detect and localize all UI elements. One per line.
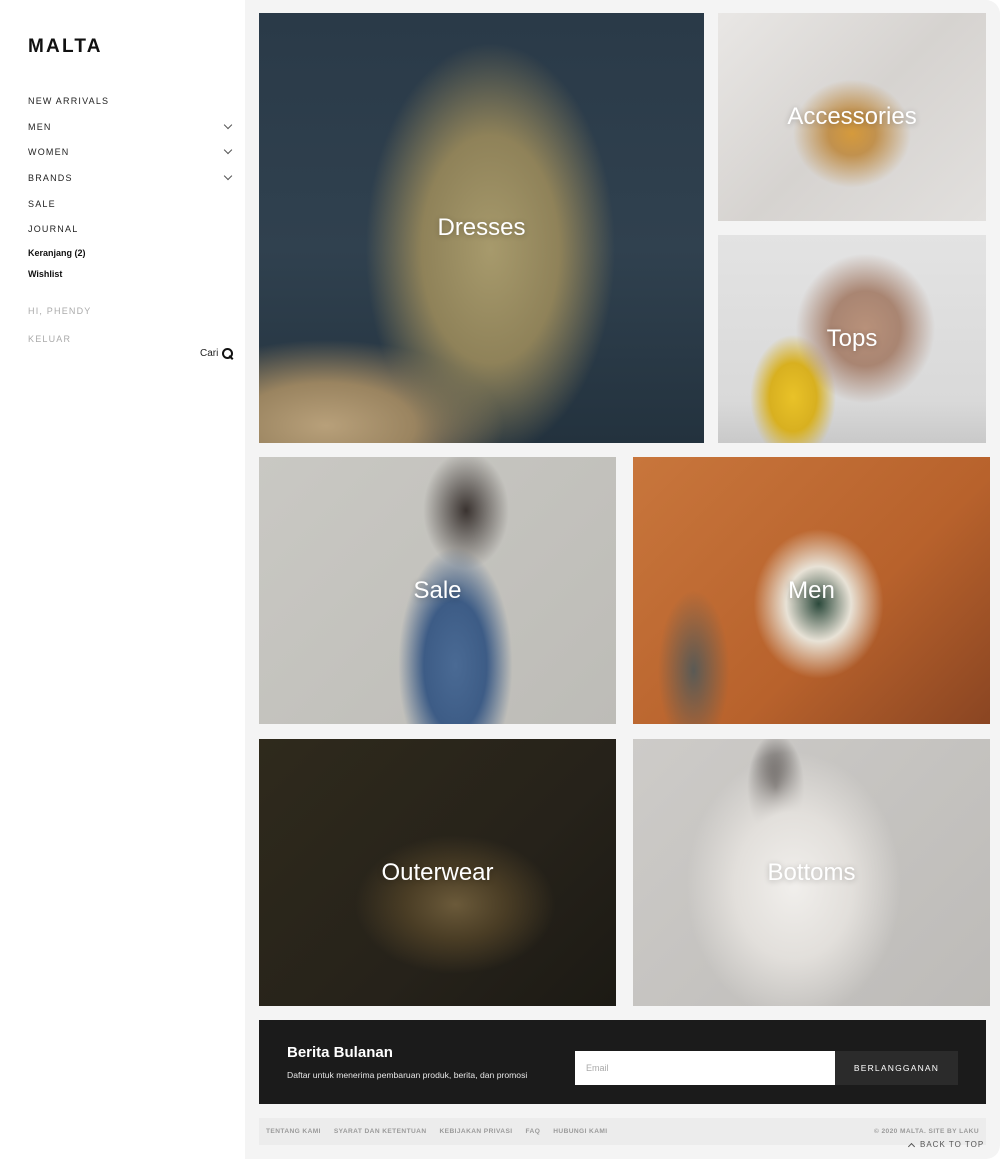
footer-link-faq[interactable]: FAQ bbox=[525, 1128, 540, 1135]
footer-link-privacy[interactable]: KEBIJAKAN PRIVASI bbox=[439, 1128, 512, 1135]
nav-item-label: BRANDS bbox=[28, 172, 73, 183]
footer-links: TENTANG KAMI SYARAT DAN KETENTUAN KEBIJA… bbox=[266, 1128, 608, 1135]
category-label: Dresses bbox=[437, 214, 526, 241]
footer-link-about[interactable]: TENTANG KAMI bbox=[266, 1128, 321, 1135]
category-label: Sale bbox=[413, 576, 462, 604]
nav-item-brands[interactable]: BRANDS bbox=[28, 165, 234, 191]
category-tile-outerwear[interactable]: Outerwear bbox=[259, 739, 616, 1006]
category-label: Outerwear bbox=[381, 858, 494, 886]
nav-item-sale[interactable]: SALE bbox=[28, 191, 234, 217]
nav-item-label: JOURNAL bbox=[28, 224, 79, 235]
newsletter-subtitle: Daftar untuk menerima pembaruan produk, … bbox=[287, 1070, 528, 1080]
wishlist-link[interactable]: Wishlist bbox=[28, 269, 86, 290]
search-icon bbox=[222, 348, 234, 359]
category-tile-tops[interactable]: Tops bbox=[718, 235, 986, 443]
back-to-top-label: BACK TO TOP bbox=[920, 1140, 985, 1149]
chevron-down-icon[interactable] bbox=[223, 171, 233, 181]
account-links: Keranjang (2) Wishlist bbox=[28, 248, 86, 290]
subscribe-button[interactable]: BERLANGGANAN bbox=[835, 1051, 958, 1085]
copyright-text: © 2020 MALTA. SITE BY LAKU bbox=[873, 1128, 979, 1135]
category-tile-accessories[interactable]: Accessories bbox=[718, 13, 986, 221]
main-nav: NEW ARRIVALS MEN WOMEN BRANDS SALE JOURN… bbox=[28, 88, 234, 242]
newsletter-title: Berita Bulanan bbox=[287, 1044, 393, 1061]
category-label: Men bbox=[788, 576, 835, 604]
sidebar: MALTA NEW ARRIVALS MEN WOMEN BRANDS SALE… bbox=[0, 0, 245, 1159]
category-label: Accessories bbox=[787, 103, 917, 130]
nav-item-label: MEN bbox=[28, 121, 52, 132]
category-tile-dresses[interactable]: Dresses bbox=[259, 13, 704, 443]
nav-item-women[interactable]: WOMEN bbox=[28, 139, 234, 165]
footer-link-contact[interactable]: HUBUNGI KAMI bbox=[553, 1128, 607, 1135]
brand-logo[interactable]: MALTA bbox=[28, 36, 103, 58]
chevron-down-icon[interactable] bbox=[223, 145, 233, 155]
main-content: Dresses Accessories Tops Sale Men Outerw… bbox=[245, 0, 1000, 1159]
nav-item-journal[interactable]: JOURNAL bbox=[28, 216, 234, 242]
logout-link[interactable]: KELUAR bbox=[28, 334, 71, 344]
category-label: Bottoms bbox=[767, 858, 856, 886]
nav-item-label: WOMEN bbox=[28, 147, 70, 158]
nav-item-new-arrivals[interactable]: NEW ARRIVALS bbox=[28, 88, 234, 114]
nav-item-label: SALE bbox=[28, 198, 56, 209]
nav-item-men[interactable]: MEN bbox=[28, 114, 234, 140]
back-to-top-button[interactable]: BACK TO TOP bbox=[907, 1140, 985, 1150]
email-field[interactable] bbox=[575, 1051, 835, 1085]
nav-item-label: NEW ARRIVALS bbox=[28, 95, 110, 106]
user-greeting: HI, PHENDY bbox=[28, 306, 92, 316]
footer-link-terms[interactable]: SYARAT DAN KETENTUAN bbox=[334, 1128, 427, 1135]
category-tile-men[interactable]: Men bbox=[633, 457, 990, 724]
chevron-down-icon[interactable] bbox=[223, 120, 233, 129]
category-tile-sale[interactable]: Sale bbox=[259, 457, 616, 724]
chevron-up-icon bbox=[907, 1142, 916, 1150]
category-label: Tops bbox=[826, 325, 878, 352]
category-tile-bottoms[interactable]: Bottoms bbox=[633, 739, 990, 1006]
cart-link[interactable]: Keranjang (2) bbox=[28, 248, 86, 269]
newsletter-section: Berita Bulanan Daftar untuk menerima pem… bbox=[259, 1020, 986, 1104]
search-button[interactable]: Cari bbox=[200, 348, 234, 359]
footer: TENTANG KAMI SYARAT DAN KETENTUAN KEBIJA… bbox=[259, 1118, 986, 1145]
search-label: Cari bbox=[200, 348, 219, 359]
